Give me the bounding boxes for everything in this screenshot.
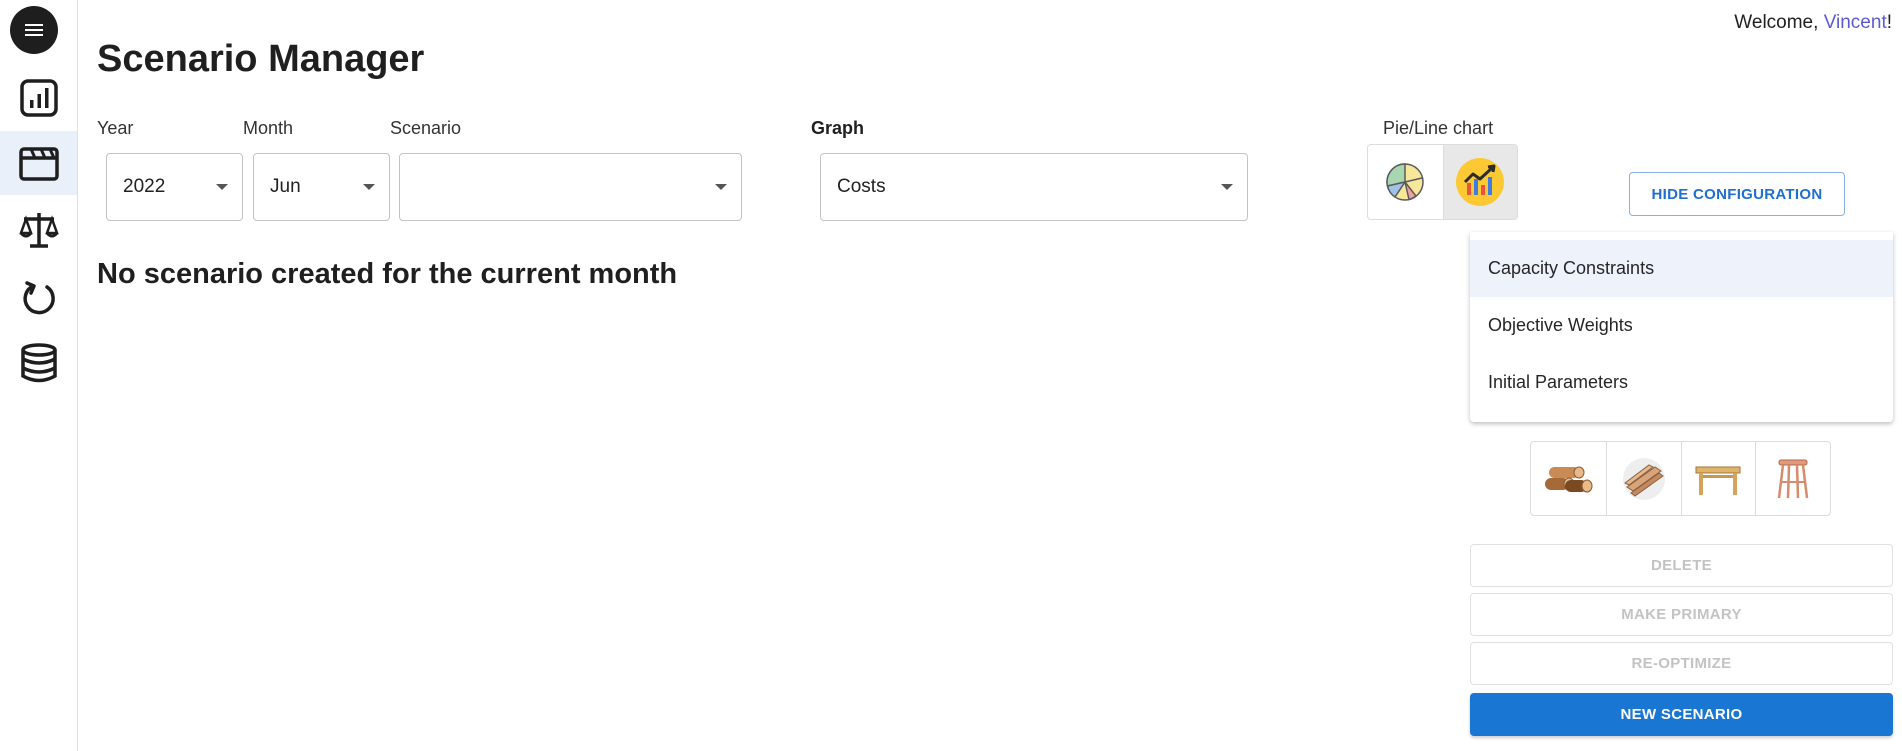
year-select-value: 2022 — [123, 176, 166, 197]
chart-type-toggle — [1367, 144, 1518, 220]
delete-button[interactable]: DELETE — [1470, 544, 1893, 587]
graph-select-value: Costs — [837, 176, 886, 197]
pie-chart-toggle[interactable] — [1368, 145, 1443, 219]
page-title: Scenario Manager — [97, 38, 425, 80]
new-scenario-button[interactable]: NEW SCENARIO — [1470, 693, 1893, 736]
user-name-link[interactable]: Vincent — [1824, 12, 1887, 33]
graph-label: Graph — [811, 118, 865, 138]
graph-select[interactable]: Costs — [820, 153, 1248, 221]
chevron-down-icon — [363, 184, 375, 190]
hide-configuration-button[interactable]: HIDE CONFIGURATION — [1629, 172, 1845, 216]
sidebar-item-scenarios[interactable] — [0, 131, 77, 195]
month-select-value: Jun — [270, 176, 301, 197]
reoptimize-button[interactable]: RE-OPTIMIZE — [1470, 642, 1893, 685]
year-select[interactable]: 2022 — [106, 153, 243, 221]
product-logs-button[interactable] — [1531, 442, 1606, 515]
pie-chart-icon — [1386, 163, 1424, 201]
line-chart-icon — [1456, 158, 1505, 206]
sidebar-item-dashboard[interactable] — [0, 66, 77, 130]
menu-icon — [25, 24, 43, 36]
welcome-prefix: Welcome, — [1734, 12, 1824, 33]
dashboard-chart-icon — [19, 79, 58, 117]
product-table-button[interactable] — [1680, 442, 1756, 515]
stool-icon — [1777, 459, 1809, 498]
welcome-suffix: ! — [1886, 12, 1892, 33]
sidebar-item-compare[interactable] — [0, 198, 77, 262]
configuration-menu: Capacity Constraints Objective Weights I… — [1470, 232, 1893, 422]
product-stool-button[interactable] — [1755, 442, 1830, 515]
scenario-select[interactable] — [399, 153, 742, 221]
product-planks-button[interactable] — [1605, 442, 1681, 515]
sidebar-item-cycle[interactable] — [0, 266, 77, 330]
product-toggle-group — [1530, 441, 1831, 516]
line-chart-toggle[interactable] — [1442, 145, 1517, 219]
logs-icon — [1545, 466, 1593, 492]
menu-item-objective-weights[interactable]: Objective Weights — [1470, 297, 1893, 354]
year-label: Year — [97, 118, 134, 138]
sidebar-item-database[interactable] — [0, 331, 77, 395]
refresh-cycle-icon — [22, 281, 55, 315]
menu-item-initial-parameters[interactable]: Initial Parameters — [1470, 354, 1893, 411]
balance-scale-icon — [18, 213, 59, 248]
database-icon — [20, 343, 57, 383]
chevron-down-icon — [216, 184, 228, 190]
chevron-down-icon — [1221, 184, 1233, 190]
menu-button[interactable] — [10, 6, 58, 54]
menu-item-capacity-constraints[interactable]: Capacity Constraints — [1470, 240, 1893, 297]
month-select[interactable]: Jun — [253, 153, 390, 221]
welcome-message: Welcome, Vincent! — [1734, 12, 1892, 34]
clapperboard-icon — [18, 147, 59, 181]
chart-toggle-label: Pie/Line chart — [1383, 118, 1494, 138]
table-icon — [1695, 466, 1741, 495]
planks-icon — [1622, 457, 1665, 500]
chevron-down-icon — [715, 184, 727, 190]
make-primary-button[interactable]: MAKE PRIMARY — [1470, 593, 1893, 636]
empty-state-message: No scenario created for the current mont… — [97, 258, 678, 290]
month-label: Month — [243, 118, 294, 138]
sidebar — [0, 0, 78, 751]
scenario-label: Scenario — [390, 118, 462, 138]
